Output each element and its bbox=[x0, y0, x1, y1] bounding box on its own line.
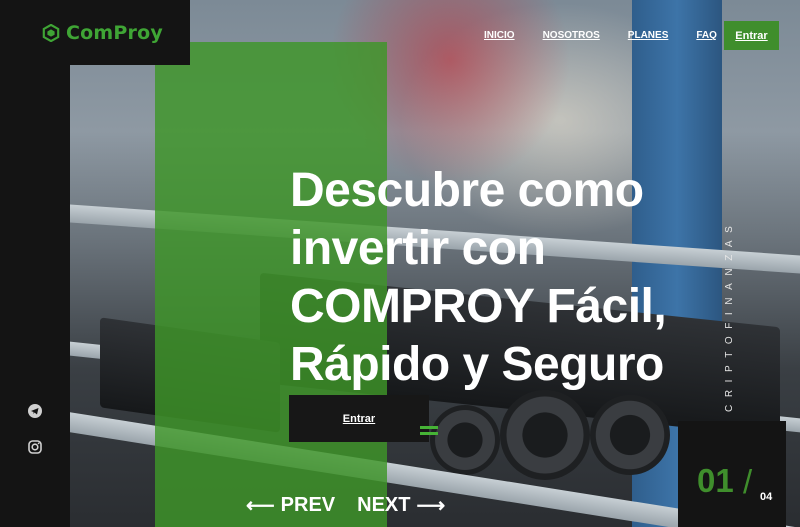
nav-login-button[interactable]: Entrar bbox=[724, 21, 779, 50]
nav-item-nosotros[interactable]: NOSOTROS bbox=[543, 30, 600, 41]
hexagon-logo-icon bbox=[42, 23, 60, 42]
nav-item-inicio[interactable]: INICIO bbox=[484, 30, 515, 41]
arrow-right-icon: ⟶ bbox=[416, 495, 446, 517]
arrow-left-icon: ⟵ bbox=[246, 495, 275, 517]
vertical-tagline: CRIPTOFINANZAS bbox=[724, 218, 735, 412]
slide-counter-total: 04 bbox=[760, 491, 773, 503]
slider-controls: ⟵ PREV NEXT ⟶ bbox=[246, 493, 445, 518]
nav-item-faq[interactable]: FAQ bbox=[696, 30, 717, 41]
slide-counter-current: 01 bbox=[697, 462, 734, 499]
brand-name: ComProy bbox=[66, 21, 163, 44]
nav-item-planes[interactable]: PLANES bbox=[628, 30, 669, 41]
slide-counter-separator: / bbox=[743, 463, 753, 500]
hero-login-button[interactable]: Entrar bbox=[289, 395, 429, 442]
instagram-icon[interactable] bbox=[27, 439, 43, 455]
menu-lines-icon bbox=[420, 426, 438, 438]
next-label: NEXT bbox=[357, 494, 411, 516]
main-nav: INICIO NOSOTROS PLANES FAQ bbox=[484, 30, 745, 41]
next-button[interactable]: NEXT ⟶ bbox=[357, 493, 445, 518]
logo[interactable]: ComProy bbox=[0, 0, 190, 65]
telegram-icon[interactable] bbox=[27, 403, 43, 419]
hero-headline: Descubre como invertir con COMPROY Fácil… bbox=[290, 164, 667, 391]
prev-button[interactable]: ⟵ PREV bbox=[246, 493, 335, 518]
prev-label: PREV bbox=[280, 494, 336, 516]
